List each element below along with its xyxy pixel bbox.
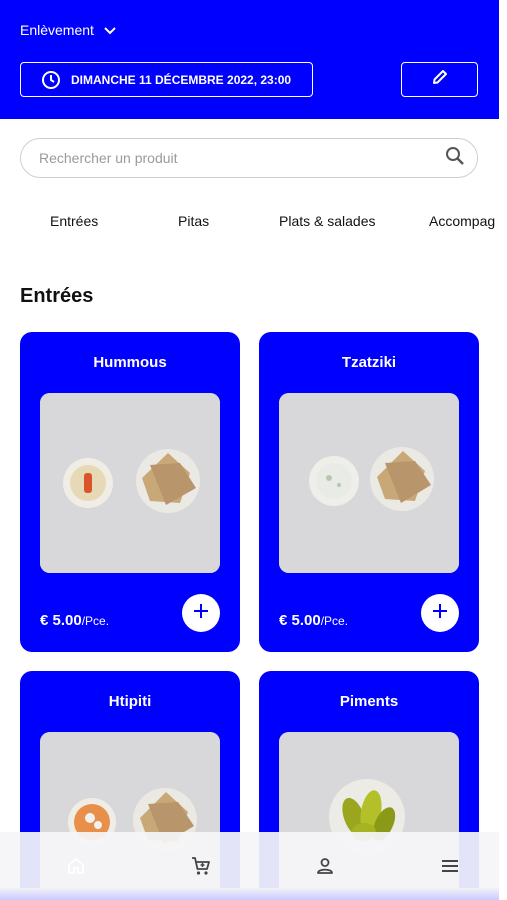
price-value: € 5.00	[40, 612, 82, 629]
product-name: Tzatziki	[341, 354, 397, 371]
pickup-datetime-button[interactable]: DIMANCHE 11 DÉCEMBRE 2022, 23:00	[20, 62, 313, 97]
search-icon[interactable]	[445, 146, 465, 171]
product-price: € 5.00/Pce.	[40, 612, 109, 629]
product-price: € 5.00/Pce.	[279, 612, 348, 629]
product-image	[40, 393, 220, 573]
price-unit: /Pce.	[320, 614, 349, 628]
home-icon[interactable]	[64, 854, 88, 878]
category-tabs: Entrées Pitas Plats & salades Accompag	[0, 205, 499, 239]
clock-icon	[41, 70, 61, 90]
tab-plats-salades[interactable]: Plats & salades	[279, 213, 376, 229]
product-image	[279, 393, 459, 573]
cart-icon[interactable]	[189, 854, 213, 878]
product-card[interactable]: Tzatziki € 5.00/Pce.	[259, 332, 479, 652]
product-name: Piments	[339, 693, 399, 710]
product-name: Htipiti	[108, 693, 152, 710]
header-bar: Enlèvement DIMANCHE 11 DÉCEMBRE 2022, 23…	[0, 0, 499, 119]
section-title: Entrées	[20, 285, 94, 307]
product-name: Hummous	[93, 354, 167, 371]
add-to-cart-button[interactable]	[421, 594, 459, 632]
search-bar	[20, 138, 478, 178]
bottom-fade	[0, 888, 499, 900]
plus-icon	[193, 603, 209, 624]
menu-icon[interactable]	[438, 854, 462, 878]
product-card[interactable]: Hummous € 5.00/Pce.	[20, 332, 240, 652]
edit-datetime-button[interactable]	[401, 62, 478, 97]
search-input[interactable]	[37, 149, 421, 167]
user-icon[interactable]	[313, 854, 337, 878]
order-mode-label: Enlèvement	[20, 22, 94, 38]
tab-pitas[interactable]: Pitas	[178, 213, 209, 229]
order-mode-selector[interactable]: Enlèvement	[20, 22, 116, 38]
pencil-icon	[431, 68, 449, 91]
chevron-down-icon	[104, 22, 116, 38]
price-unit: /Pce.	[81, 614, 110, 628]
pickup-datetime-label: DIMANCHE 11 DÉCEMBRE 2022, 23:00	[71, 72, 292, 87]
plus-icon	[432, 603, 448, 624]
add-to-cart-button[interactable]	[182, 594, 220, 632]
tab-entrees[interactable]: Entrées	[50, 213, 98, 229]
price-value: € 5.00	[279, 612, 321, 629]
tab-accompagnements[interactable]: Accompag	[429, 213, 495, 229]
